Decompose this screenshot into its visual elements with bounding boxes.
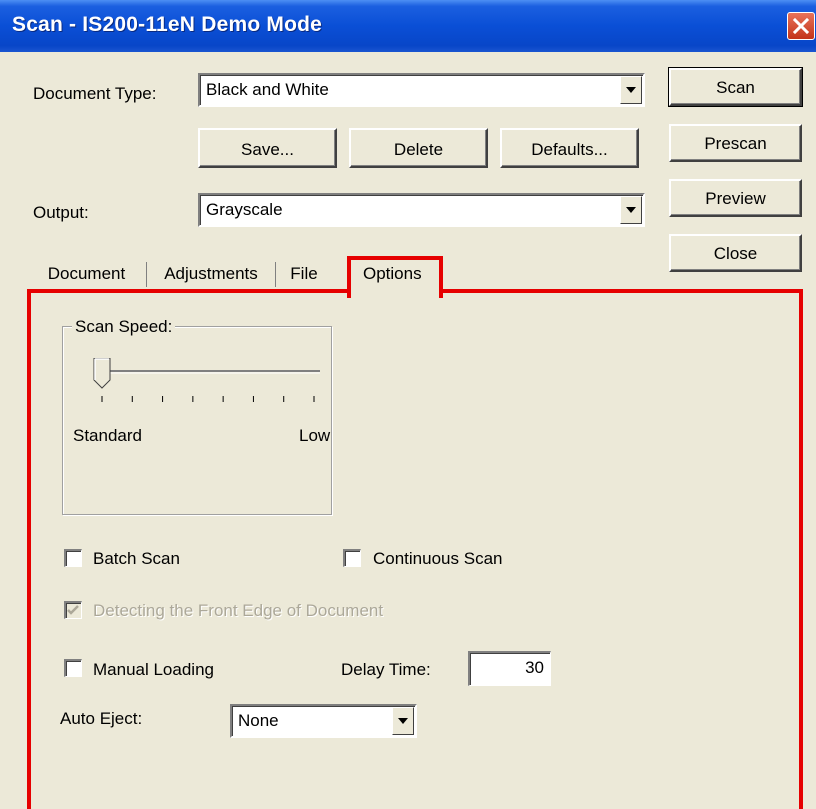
- scan-speed-min-label: Standard: [73, 426, 142, 445]
- document-type-value: Black and White: [206, 80, 329, 99]
- tab-divider: [146, 262, 147, 287]
- delete-button[interactable]: Delete: [349, 128, 488, 168]
- tab-divider: [275, 262, 276, 287]
- slider-ticks: [101, 396, 315, 402]
- manual-loading-label: Manual Loading: [93, 660, 214, 679]
- prescan-button[interactable]: Prescan: [669, 124, 802, 162]
- slider-thumb[interactable]: [93, 358, 111, 389]
- batch-scan-checkbox[interactable]: [64, 549, 82, 567]
- continuous-scan-checkbox[interactable]: [343, 549, 361, 567]
- chevron-down-icon: [398, 718, 408, 724]
- tab-file[interactable]: File: [279, 255, 329, 291]
- tab-options[interactable]: Options: [347, 256, 443, 298]
- preview-button[interactable]: Preview: [669, 179, 802, 217]
- continuous-scan-label: Continuous Scan: [373, 549, 503, 568]
- output-label: Output:: [33, 203, 89, 222]
- output-select[interactable]: Grayscale: [198, 193, 645, 227]
- auto-eject-label: Auto Eject:: [60, 709, 143, 728]
- batch-scan-label: Batch Scan: [93, 549, 180, 568]
- checkmark-icon: [67, 605, 79, 615]
- close-window-button[interactable]: [787, 12, 815, 40]
- save-button[interactable]: Save...: [198, 128, 337, 168]
- document-type-select[interactable]: Black and White: [198, 73, 645, 107]
- tab-adjustments[interactable]: Adjustments: [149, 255, 273, 291]
- output-value: Grayscale: [206, 200, 283, 219]
- document-type-dropdown-button[interactable]: [620, 76, 642, 104]
- output-dropdown-button[interactable]: [620, 196, 642, 224]
- delay-time-label: Delay Time:: [341, 660, 431, 679]
- front-edge-checkbox: [64, 601, 82, 619]
- auto-eject-value: None: [238, 711, 279, 730]
- auto-eject-select[interactable]: None: [230, 704, 417, 738]
- scan-dialog: Scan - IS200-11eN Demo Mode Document Typ…: [0, 0, 816, 809]
- delay-time-input[interactable]: 30: [468, 651, 551, 686]
- scan-speed-max-label: Low: [299, 426, 331, 445]
- tab-options-label: Options: [363, 264, 422, 283]
- window-title: Scan - IS200-11eN Demo Mode: [12, 13, 323, 36]
- scan-speed-slider[interactable]: [80, 358, 330, 408]
- chevron-down-icon: [626, 87, 636, 93]
- title-bar[interactable]: Scan - IS200-11eN Demo Mode: [0, 0, 816, 52]
- front-edge-label: Detecting the Front Edge of Document: [93, 601, 384, 620]
- auto-eject-dropdown-button[interactable]: [392, 707, 414, 735]
- document-type-label: Document Type:: [33, 84, 157, 103]
- scan-speed-label: Scan Speed:: [72, 317, 176, 337]
- defaults-button[interactable]: Defaults...: [500, 128, 639, 168]
- tab-document[interactable]: Document: [30, 255, 143, 291]
- scan-button[interactable]: Scan: [668, 67, 803, 107]
- chevron-down-icon: [626, 207, 636, 213]
- close-button[interactable]: Close: [669, 234, 802, 272]
- close-icon: [792, 17, 810, 35]
- scan-speed-group: [62, 326, 332, 515]
- manual-loading-checkbox[interactable]: [64, 659, 82, 677]
